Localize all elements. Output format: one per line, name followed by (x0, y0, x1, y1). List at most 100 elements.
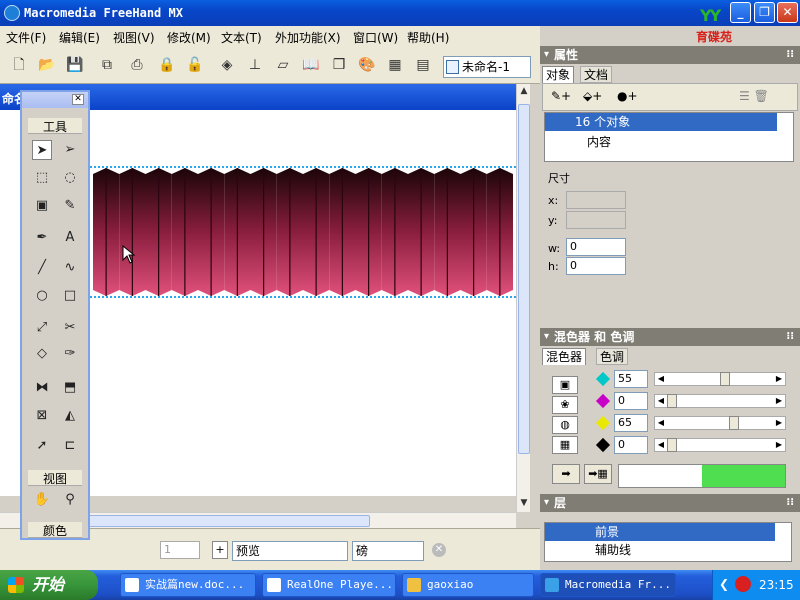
channel-value-field[interactable]: 55 (614, 370, 648, 388)
transform-icon[interactable]: ▱ (272, 54, 294, 76)
task-freehand[interactable]: Macromedia Fr... (540, 573, 676, 597)
layers-options-icon[interactable]: ⁝⁝ (786, 494, 794, 512)
knife-tool-icon[interactable]: ✂ (60, 318, 80, 338)
add-page-icon[interactable]: + (212, 541, 228, 559)
menu-edit[interactable]: 编辑(E) (59, 29, 100, 46)
channel-slider[interactable]: ◀ ▶ (654, 372, 786, 386)
menu-view[interactable]: 视图(V) (113, 29, 155, 46)
delete-attribute-icon[interactable]: ☰ 🗑 (739, 89, 769, 103)
menu-help[interactable]: 帮助(H) (407, 29, 449, 46)
page-tool-icon[interactable]: ⬚ (32, 168, 52, 188)
object-count-row[interactable]: 16 个对象 (545, 113, 777, 131)
slider-knob[interactable] (719, 372, 730, 386)
slider-knob[interactable] (729, 416, 740, 430)
scroll-up-arrow[interactable]: ▲ (518, 86, 530, 98)
ellipse-tool-icon[interactable]: ○ (32, 286, 52, 306)
channel-value-field[interactable]: 0 (614, 436, 648, 454)
menu-window[interactable]: 窗口(W) (353, 29, 398, 46)
menu-file[interactable]: 文件(F) (6, 29, 46, 46)
lasso-tool-icon[interactable]: ◌ (60, 168, 80, 188)
text-tool-icon[interactable]: A (60, 228, 80, 248)
extrude-tool-icon[interactable]: ⬒ (60, 378, 80, 398)
system-color-icon[interactable]: ▦ (552, 436, 578, 454)
save-icon[interactable]: 💾 (64, 54, 86, 76)
mirror-tool-icon[interactable]: ◭ (60, 406, 80, 426)
connector-tool-icon[interactable]: ➚ (32, 436, 52, 456)
mixer-panel-header[interactable]: 混色器 和 色调 ⁝⁝ (540, 328, 800, 346)
properties-panel-header[interactable]: 属性 ⁝⁝ (540, 46, 800, 64)
slider-right-arrow[interactable]: ▶ (773, 373, 785, 385)
tools-close-icon[interactable]: ✕ (72, 94, 84, 105)
stroke-icon[interactable]: ✎+ (551, 89, 571, 103)
new-document-icon[interactable]: 🗋 (8, 54, 30, 76)
task-realone[interactable]: RealOne Playe... (262, 573, 396, 597)
mixer-options-icon[interactable]: ⁝⁝ (786, 328, 794, 346)
align-icon[interactable]: ⊥ (244, 54, 266, 76)
tools-panel-header[interactable]: ✕ (22, 92, 88, 108)
chart-tool-icon[interactable]: ⊏ (60, 436, 80, 456)
channel-value-field[interactable]: 65 (614, 414, 648, 432)
rgb-mode-icon[interactable]: ❀ (552, 396, 578, 414)
tab-mixer[interactable]: 混色器 (542, 348, 587, 365)
hand-tool-icon[interactable]: ✋ (32, 490, 52, 510)
channel-slider[interactable]: ◀ ▶ (654, 416, 786, 430)
hls-mode-icon[interactable]: ◍ (552, 416, 578, 434)
menu-text[interactable]: 文本(T) (221, 29, 262, 46)
eraser-tool-icon[interactable]: ◇ (32, 344, 52, 364)
envelope-tool-icon[interactable]: ⊠ (32, 406, 52, 426)
scroll-down-arrow[interactable]: ▼ (518, 498, 530, 510)
add-to-swatches-icon[interactable]: ➡ (552, 464, 580, 484)
slider-left-arrow[interactable]: ◀ (655, 417, 667, 429)
restore-button[interactable]: ❐ (754, 2, 775, 23)
export-icon[interactable]: ⎙ (126, 54, 148, 76)
layers-panel-header[interactable]: 层 ⁝⁝ (540, 494, 800, 512)
slider-knob[interactable] (667, 394, 677, 408)
pointer-tool-icon[interactable]: ➤ (32, 140, 52, 160)
vertical-scrollbar[interactable]: ▲ ▼ (516, 84, 530, 512)
channel-slider[interactable]: ◀ ▶ (654, 438, 786, 452)
view-mode-select[interactable]: 预览 (232, 541, 348, 561)
height-field[interactable]: 0 (566, 257, 626, 275)
tab-tints[interactable]: 色调 (596, 348, 629, 365)
task-word-doc[interactable]: 实战篇new.doc... (120, 573, 256, 597)
slider-left-arrow[interactable]: ◀ (655, 439, 667, 451)
content-row[interactable]: 内容 (587, 133, 611, 150)
eyedropper-tool-icon[interactable]: ✎ (60, 196, 80, 216)
page-field[interactable]: 1 (160, 541, 200, 559)
start-button[interactable]: 开始 (0, 570, 98, 600)
slider-right-arrow[interactable]: ▶ (773, 395, 785, 407)
slider-right-arrow[interactable]: ▶ (773, 417, 785, 429)
effect-icon[interactable]: ●+ (617, 89, 638, 103)
menu-xtras[interactable]: 外加功能(X) (275, 29, 341, 46)
swatch-grid-icon[interactable]: ➡▦ (584, 464, 612, 484)
vertical-scroll-thumb[interactable] (518, 104, 530, 454)
document-select[interactable]: 未命名-1 (443, 56, 531, 78)
library-icon[interactable]: 📖 (300, 54, 322, 76)
freeform-tool-icon[interactable]: ∿ (60, 258, 80, 278)
layer-row-foreground[interactable]: 前景 (545, 523, 775, 541)
tray-arrow-icon[interactable]: ❮ (719, 577, 729, 591)
blend-tool-icon[interactable]: ⧓ (32, 378, 52, 398)
unlock-icon[interactable]: 🔓 (184, 54, 206, 76)
realplayer-tray-icon[interactable] (735, 576, 751, 592)
tab-document[interactable]: 文档 (580, 66, 613, 83)
channel-slider[interactable]: ◀ ▶ (654, 394, 786, 408)
menu-modify[interactable]: 修改(M) (167, 29, 211, 46)
fill-icon[interactable]: ⬙+ (583, 89, 602, 103)
scale-tool-icon[interactable]: ⤢ (32, 318, 52, 338)
units-select[interactable]: 磅 (352, 541, 424, 561)
layer-row-guides[interactable]: 辅助线 (545, 541, 775, 559)
subselect-tool-icon[interactable]: ➢ (60, 140, 80, 160)
zoom-tool-icon[interactable]: ⚲ (60, 490, 80, 510)
cancel-render-icon[interactable]: ✕ (432, 543, 446, 557)
import-icon[interactable]: ⧉ (96, 54, 118, 76)
brush-tool-icon[interactable]: ✑ (60, 344, 80, 364)
panel-options-icon[interactable]: ⁝⁝ (786, 46, 794, 64)
color-mixer-icon[interactable]: 🎨 (356, 54, 378, 76)
cmyk-mode-icon[interactable]: ▣ (552, 376, 578, 394)
pen-tool-icon[interactable]: ✒ (32, 228, 52, 248)
rectangle-tool-icon[interactable]: □ (60, 286, 80, 306)
open-folder-icon[interactable]: 📂 (36, 54, 58, 76)
group-icon[interactable]: ◈ (216, 54, 238, 76)
trace-tool-icon[interactable]: ▣ (32, 196, 52, 216)
